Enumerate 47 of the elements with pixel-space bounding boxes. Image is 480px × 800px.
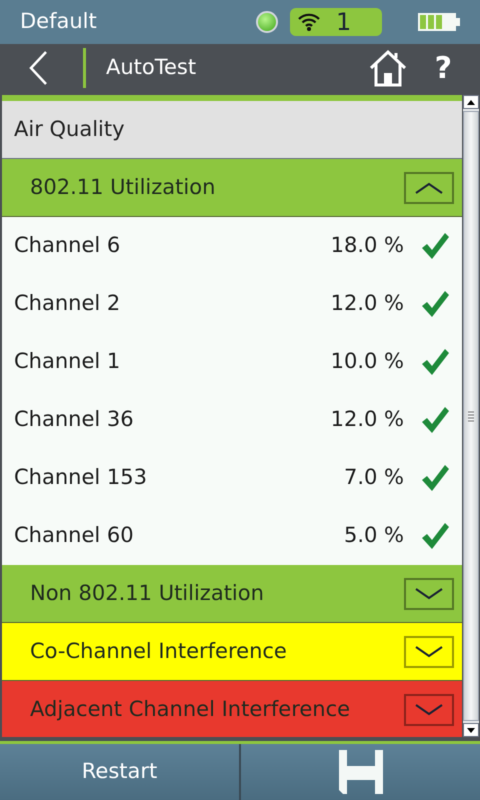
- save-icon: [338, 750, 382, 794]
- expand-button[interactable]: [404, 636, 454, 668]
- chevron-down-icon: [414, 646, 444, 658]
- checkmark-icon: [420, 290, 450, 318]
- section-title: Non 802.11 Utilization: [30, 580, 265, 607]
- utilization-value: 18.0 %: [330, 232, 404, 260]
- channel-name: Channel 2: [14, 290, 122, 318]
- channel-name: Channel 6: [14, 232, 122, 260]
- chevron-down-icon: [414, 588, 444, 600]
- utilization-value: 7.0 %: [344, 464, 404, 492]
- chevron-down-icon: [414, 704, 444, 716]
- checkmark-icon: [420, 464, 450, 492]
- home-button[interactable]: [368, 49, 407, 87]
- profile-name: Default: [20, 8, 97, 36]
- section-header[interactable]: Non 802.11 Utilization: [2, 565, 462, 623]
- help-button[interactable]: ?: [434, 46, 452, 90]
- collapse-button[interactable]: [404, 172, 454, 204]
- utilization-value: 10.0 %: [330, 348, 404, 376]
- channel-name: Channel 1: [14, 348, 122, 376]
- channel-name: Channel 60: [14, 522, 135, 550]
- checkmark-icon: [420, 406, 450, 434]
- channel-name: Channel 153: [14, 464, 148, 492]
- back-icon: [28, 50, 48, 86]
- chevron-up-icon: [414, 182, 444, 194]
- section-title: Adjacent Channel Interference: [30, 696, 352, 723]
- utilization-value: 12.0 %: [330, 406, 404, 434]
- channel-name: Channel 36: [14, 406, 135, 434]
- category-title: Air Quality: [14, 116, 125, 143]
- checkmark-icon: [420, 522, 450, 550]
- home-icon: [368, 49, 407, 87]
- expand-button[interactable]: [404, 578, 454, 610]
- section-header[interactable]: Adjacent Channel Interference: [2, 681, 462, 737]
- wifi-icon: [298, 13, 320, 31]
- back-button[interactable]: [28, 50, 50, 86]
- section-header[interactable]: Co-Channel Interference: [2, 623, 462, 681]
- section-header[interactable]: 802.11 Utilization: [2, 159, 462, 217]
- battery-icon: [418, 12, 460, 32]
- restart-button[interactable]: Restart: [0, 744, 239, 800]
- checkmark-icon: [420, 232, 450, 260]
- section-title: 802.11 Utilization: [30, 174, 216, 201]
- page-title: AutoTest: [106, 54, 196, 82]
- section-title: Co-Channel Interference: [30, 638, 288, 665]
- save-button[interactable]: [241, 744, 480, 800]
- wifi-count: 1: [336, 7, 352, 38]
- utilization-value: 5.0 %: [344, 522, 404, 550]
- checkmark-icon: [420, 348, 450, 376]
- utilization-value: 12.0 %: [330, 290, 404, 318]
